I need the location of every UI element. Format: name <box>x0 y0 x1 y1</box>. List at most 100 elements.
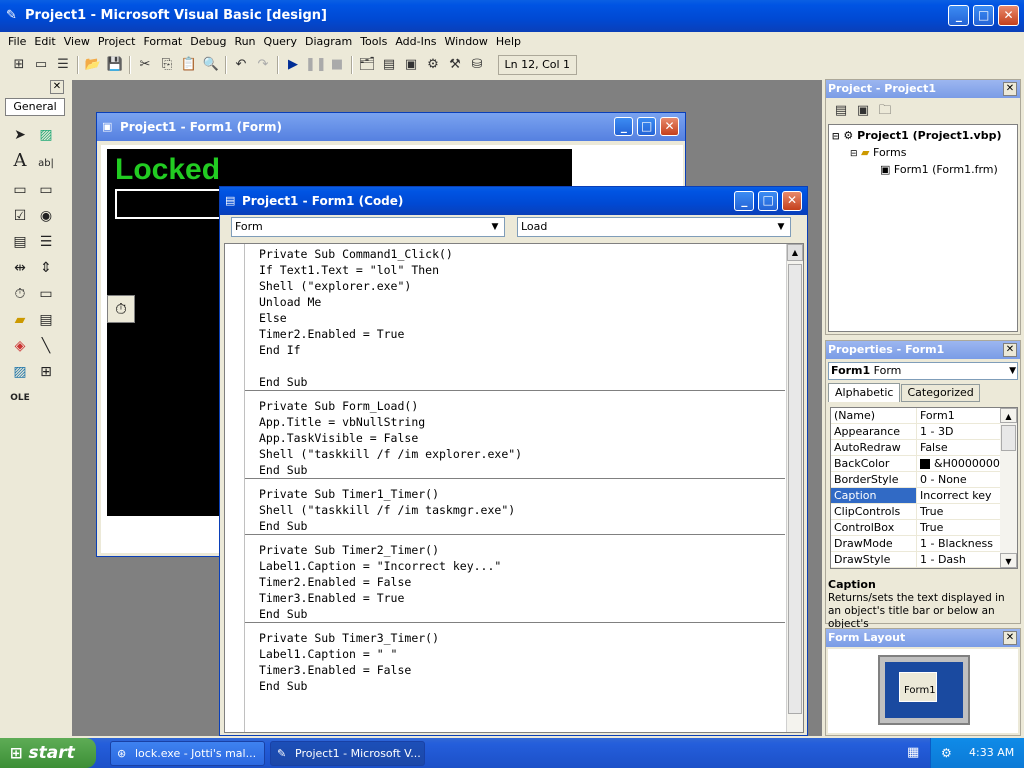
code-line[interactable]: End Sub <box>259 462 785 478</box>
procedure-dropdown[interactable]: Load ▼ <box>517 217 791 237</box>
property-row[interactable]: Appearance 1 - 3D <box>831 424 1001 440</box>
property-value[interactable]: &H00000000 <box>917 456 1001 471</box>
code-editor[interactable]: Private Sub Command1_Click() If Text1.Tex… <box>224 243 804 733</box>
property-row[interactable]: (Name) Form1 <box>831 408 1001 424</box>
code-procedure[interactable]: Private Sub Timer3_Timer() Label1.Caption… <box>245 623 785 694</box>
view-object-icon[interactable]: ▣ <box>853 101 873 121</box>
menu-run[interactable]: Run <box>230 33 259 51</box>
start-button[interactable]: ⊞ start <box>0 738 96 768</box>
code-line[interactable]: Timer2.Enabled = False <box>259 574 785 590</box>
menu-query[interactable]: Query <box>260 33 301 51</box>
checkbox-tool-icon[interactable]: ☑ <box>7 203 33 229</box>
add-project-icon[interactable]: ⊞ <box>9 55 29 75</box>
toolbox-general-tab[interactable]: General <box>5 98 65 116</box>
menu-editor-icon[interactable]: ☰ <box>53 55 73 75</box>
property-row[interactable]: ClipControls True <box>831 504 1001 520</box>
frame-tool-icon[interactable]: ▭ <box>7 177 33 203</box>
code-line[interactable]: Private Sub Timer2_Timer() <box>259 542 785 558</box>
form-layout-icon[interactable]: ▣ <box>401 55 421 75</box>
commandbutton-tool-icon[interactable]: ▭ <box>33 177 59 203</box>
code-line[interactable]: Timer3.Enabled = False <box>259 662 785 678</box>
pointer-tool-icon[interactable]: ➤ <box>7 122 33 148</box>
scroll-thumb[interactable] <box>1001 425 1016 451</box>
scroll-up-icon[interactable]: ▲ <box>1000 408 1017 423</box>
collapse-icon[interactable]: ⊟ <box>850 149 858 159</box>
object-browser-icon[interactable]: ⚙ <box>423 55 443 75</box>
menu-view[interactable]: View <box>60 33 94 51</box>
properties-close-icon[interactable]: ✕ <box>1003 343 1017 357</box>
label-tool-icon[interactable]: A <box>7 148 33 174</box>
start-icon[interactable]: ▶ <box>283 55 303 75</box>
properties-window-icon[interactable]: ▤ <box>379 55 399 75</box>
menu-file[interactable]: File <box>4 33 30 51</box>
code-text[interactable]: Private Sub Command1_Click() If Text1.Tex… <box>245 246 785 694</box>
find-icon[interactable]: 🔍 <box>201 55 221 75</box>
chevron-down-icon[interactable]: ▼ <box>1009 363 1016 379</box>
tab-alphabetic[interactable]: Alphabetic <box>828 383 901 402</box>
menu-edit[interactable]: Edit <box>30 33 59 51</box>
property-value[interactable]: True <box>917 504 1001 519</box>
collapse-icon[interactable]: ⊟ <box>832 132 840 142</box>
scroll-up-icon[interactable]: ▲ <box>787 244 803 261</box>
property-value[interactable]: True <box>917 520 1001 535</box>
code-line[interactable]: Shell ("explorer.exe") <box>259 278 785 294</box>
network-icon[interactable]: ▦ <box>907 738 919 768</box>
property-value[interactable]: 0 - None <box>917 472 1001 487</box>
code-line[interactable] <box>259 358 785 374</box>
timer-control-icon[interactable]: ⏱ <box>107 295 135 323</box>
undo-icon[interactable]: ↶ <box>231 55 251 75</box>
property-value[interactable]: 1 - Dash <box>917 552 1001 567</box>
shape-tool-icon[interactable]: ◈ <box>7 333 33 359</box>
data-tool-icon[interactable]: ⊞ <box>33 359 59 385</box>
code-line[interactable]: Label1.Caption = "Incorrect key..." <box>259 558 785 574</box>
hscrollbar-tool-icon[interactable]: ⇹ <box>7 255 33 281</box>
cut-icon[interactable]: ✂ <box>135 55 155 75</box>
property-grid-scrollbar[interactable]: ▲ ▼ <box>1000 408 1017 568</box>
code-line[interactable]: End Sub <box>259 374 785 390</box>
optionbutton-tool-icon[interactable]: ◉ <box>33 203 59 229</box>
code-line[interactable]: App.Title = vbNullString <box>259 414 785 430</box>
property-row[interactable]: AutoRedraw False <box>831 440 1001 456</box>
form-close-button[interactable]: ✕ <box>660 117 679 136</box>
close-button[interactable]: ✕ <box>998 5 1019 26</box>
combobox-tool-icon[interactable]: ▤ <box>7 229 33 255</box>
code-vertical-scrollbar[interactable]: ▲ <box>786 244 803 732</box>
project-explorer-icon[interactable]: 🗂 <box>357 55 377 75</box>
redo-icon[interactable]: ↷ <box>253 55 273 75</box>
menu-debug[interactable]: Debug <box>186 33 230 51</box>
menu-format[interactable]: Format <box>139 33 186 51</box>
property-value[interactable]: 1 - 3D <box>917 424 1001 439</box>
data-view-icon[interactable]: ⛁ <box>467 55 487 75</box>
menu-diagram[interactable]: Diagram <box>301 33 356 51</box>
toggle-folders-icon[interactable]: 🗀 <box>875 101 895 121</box>
view-code-icon[interactable]: ▤ <box>831 101 851 121</box>
menu-window[interactable]: Window <box>441 33 492 51</box>
code-line[interactable]: Private Sub Timer1_Timer() <box>259 486 785 502</box>
property-row[interactable]: ControlBox True <box>831 520 1001 536</box>
property-value[interactable]: False <box>917 440 1001 455</box>
filelistbox-tool-icon[interactable]: ▤ <box>33 307 59 333</box>
paste-icon[interactable]: 📋 <box>179 55 199 75</box>
toolbox-icon[interactable]: ⚒ <box>445 55 465 75</box>
picturebox-tool-icon[interactable]: ▨ <box>33 122 59 148</box>
menu-tools[interactable]: Tools <box>356 33 391 51</box>
code-line[interactable]: If Text1.Text = "lol" Then <box>259 262 785 278</box>
menu-project[interactable]: Project <box>94 33 140 51</box>
save-project-icon[interactable]: 💾 <box>105 55 125 75</box>
taskbar-item-lock[interactable]: ⊛ lock.exe - Jotti's mal... <box>110 741 265 766</box>
code-line[interactable]: End If <box>259 342 785 358</box>
code-procedure[interactable]: Private Sub Timer1_Timer() Shell ("taskki… <box>245 479 785 534</box>
code-line[interactable]: Private Sub Timer3_Timer() <box>259 630 785 646</box>
ole-tool-icon[interactable]: OLE <box>7 385 33 411</box>
tree-root[interactable]: ⊟ ⚙ Project1 (Project1.vbp) <box>832 128 1014 145</box>
code-line[interactable]: Private Sub Command1_Click() <box>259 246 785 262</box>
scroll-down-icon[interactable]: ▼ <box>1000 553 1017 568</box>
code-line[interactable]: Shell ("taskkill /f /im taskmgr.exe") <box>259 502 785 518</box>
code-maximize-button[interactable]: □ <box>758 191 779 211</box>
property-row[interactable]: BorderStyle 0 - None <box>831 472 1001 488</box>
code-close-button[interactable]: ✕ <box>782 191 802 211</box>
project-explorer-close-icon[interactable]: ✕ <box>1003 82 1017 96</box>
add-form-icon[interactable]: ▭ <box>31 55 51 75</box>
layout-form-preview[interactable]: Form1 <box>899 672 937 702</box>
code-procedure[interactable]: Private Sub Command1_Click() If Text1.Tex… <box>245 246 785 390</box>
